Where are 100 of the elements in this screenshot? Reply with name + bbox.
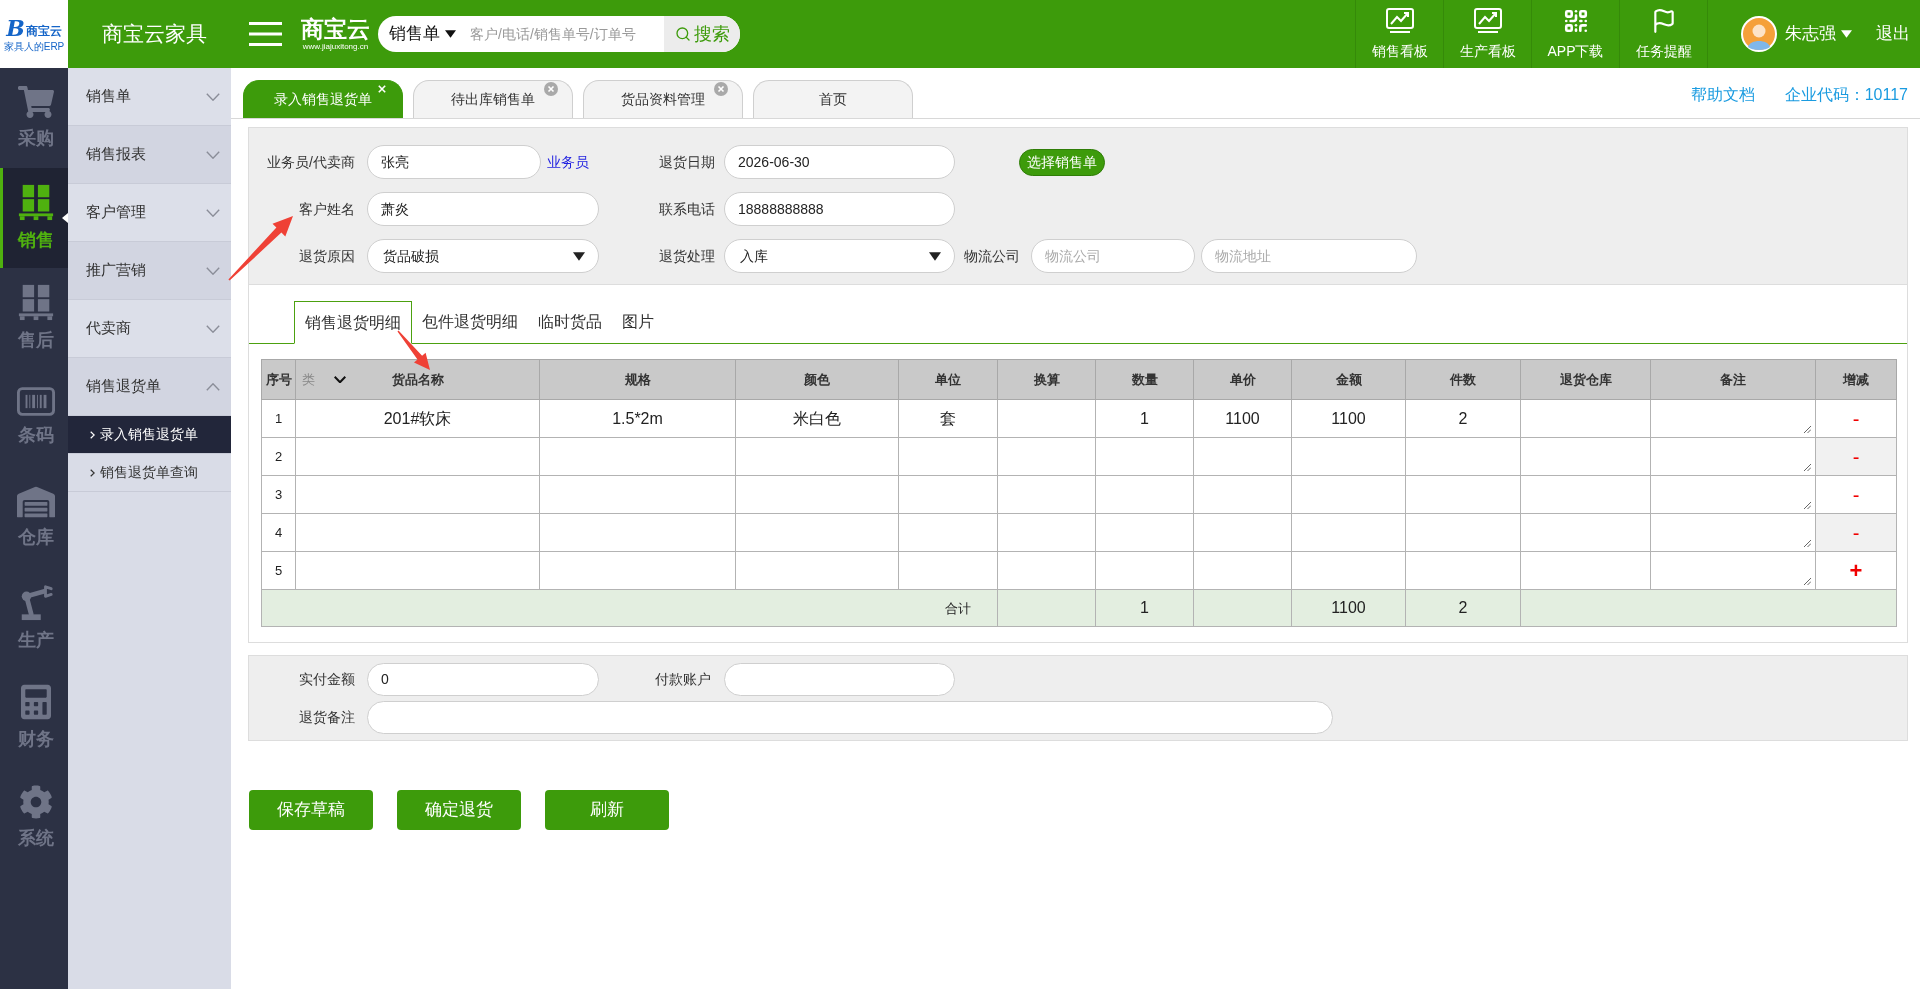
field-label: 付款账户	[654, 670, 711, 689]
table-cell: 套	[898, 399, 998, 438]
input-field[interactable]	[724, 663, 955, 696]
detail-tab[interactable]: 图片	[612, 301, 664, 343]
date-field[interactable]: 2026-06-30	[724, 145, 955, 179]
help-link[interactable]: 帮助文档	[1690, 83, 1755, 107]
column-header: 备注	[1650, 359, 1816, 400]
input-field[interactable]: 张亮	[367, 145, 541, 179]
action-button[interactable]: 保存草稿	[249, 790, 373, 830]
field-label: 退货处理	[658, 246, 715, 266]
menu-icon[interactable]	[249, 22, 282, 46]
page-tab[interactable]: 待出库销售单	[413, 80, 573, 118]
sidebar-subitem[interactable]: 录入销售退货单	[68, 416, 231, 454]
warehouse-icon	[16, 485, 55, 518]
logout-link[interactable]: 退出	[1876, 21, 1910, 47]
totals-label: 合计	[945, 601, 971, 616]
remove-row-button[interactable]: -	[1816, 514, 1896, 551]
input-field[interactable]: 物流地址	[1201, 239, 1417, 273]
column-header: 颜色	[735, 359, 899, 400]
line-chart-icon	[1473, 8, 1502, 34]
page-tab[interactable]: 首页	[753, 80, 913, 118]
detail-tab[interactable]: 包件退货明细	[412, 301, 528, 343]
field-label: 退货备注	[298, 708, 355, 727]
settings-icon	[18, 784, 53, 819]
close-icon[interactable]	[714, 82, 728, 96]
annotation-arrow	[228, 216, 293, 281]
dropdown[interactable]: 货品破损	[367, 239, 599, 273]
table-cell: 5	[261, 551, 296, 590]
column-header: 增减	[1815, 359, 1897, 400]
toolbar-button[interactable]: APP下载	[1531, 0, 1619, 68]
close-icon[interactable]	[544, 82, 558, 96]
salesperson-link[interactable]: 业务员	[547, 151, 589, 173]
detail-tab[interactable]: 临时货品	[528, 301, 612, 343]
table-cell: 1100	[1291, 399, 1406, 438]
module-nav-item[interactable]: 销售	[0, 168, 68, 268]
search-button[interactable]: 搜索	[664, 16, 740, 52]
page-tab[interactable]: 货品资料管理	[583, 80, 743, 118]
qr-code-icon	[1562, 8, 1589, 34]
table-cell: 2	[261, 437, 296, 476]
remove-row-button[interactable]: -	[1816, 438, 1896, 475]
close-icon[interactable]	[378, 85, 386, 93]
column-header: 数量	[1095, 359, 1194, 400]
product-name: 商宝云	[301, 16, 370, 42]
caret-down-icon	[1841, 30, 1852, 38]
search-scope-dropdown[interactable]: 销售单	[389, 21, 456, 47]
detail-tab[interactable]: 销售退货明细	[294, 301, 412, 344]
resize-grip-icon	[1803, 425, 1811, 433]
table-cell: 2	[1405, 399, 1521, 438]
product-url: www.jiajuxitong.cn	[302, 42, 369, 52]
chevron-down-icon	[206, 150, 220, 159]
toolbar-button[interactable]: 生产看板	[1443, 0, 1531, 68]
action-button[interactable]: 刷新	[545, 790, 669, 830]
page-tab[interactable]: 录入销售退货单	[243, 80, 403, 118]
column-header: 换算	[997, 359, 1096, 400]
cart-icon	[17, 84, 54, 119]
avatar-icon	[1741, 16, 1777, 52]
chevron-right-icon	[90, 430, 95, 439]
caret-down-icon	[445, 30, 456, 38]
table-cell: 4	[261, 513, 296, 552]
column-header: 单位	[898, 359, 998, 400]
column-header: 单价	[1193, 359, 1292, 400]
boxes-on-pallet-icon	[16, 182, 55, 221]
total-cell: 1	[1095, 589, 1194, 627]
sidebar-item[interactable]: 推广营销	[68, 242, 231, 300]
logo-tagline: 家具人的ERP	[3, 41, 65, 52]
sidebar-item[interactable]: 销售退货单	[68, 358, 231, 416]
dropdown[interactable]: 入库	[724, 239, 955, 273]
table-cell: 1	[1095, 399, 1194, 438]
chevron-down-icon	[334, 376, 346, 383]
sidebar-item[interactable]: 销售报表	[68, 126, 231, 184]
column-header: 金额	[1291, 359, 1406, 400]
table-cell: 3	[261, 475, 296, 514]
barcode-icon	[16, 387, 55, 416]
field-label: 客户姓名	[298, 199, 355, 219]
column-header: 件数	[1405, 359, 1521, 400]
search-field[interactable]: 客户/电话/销售单号/订单号	[470, 23, 664, 45]
input-field[interactable]: 物流公司	[1031, 239, 1195, 273]
total-cell: 2	[1405, 589, 1521, 627]
total-cell: 1100	[1291, 589, 1406, 627]
field-label: 联系电话	[658, 199, 715, 219]
chevron-down-icon	[206, 266, 220, 275]
action-button[interactable]: 确定退货	[397, 790, 521, 830]
chevron-down-icon	[206, 208, 220, 217]
toolbar-button[interactable]: 销售看板	[1355, 0, 1443, 68]
column-header: 退货仓库	[1520, 359, 1651, 400]
logo-mark: B	[6, 16, 25, 39]
input-field[interactable]: 18888888888	[724, 192, 955, 226]
chevron-up-icon	[206, 382, 220, 391]
chevron-right-icon	[90, 468, 95, 477]
input-field[interactable]: 萧炎	[367, 192, 599, 226]
caret-down-icon	[573, 251, 585, 261]
company-code: 企业代码：10117	[1784, 85, 1908, 105]
input-field[interactable]: 0	[367, 663, 599, 696]
select-order-button[interactable]: 选择销售单	[1019, 148, 1105, 176]
column-header: 货品名称	[390, 370, 445, 389]
table-cell: 1100	[1193, 399, 1292, 438]
input-field[interactable]	[367, 701, 1333, 734]
user-menu[interactable]: 朱志强	[1785, 21, 1852, 47]
chevron-down-icon	[206, 92, 220, 101]
resize-grip-icon	[1803, 463, 1811, 471]
